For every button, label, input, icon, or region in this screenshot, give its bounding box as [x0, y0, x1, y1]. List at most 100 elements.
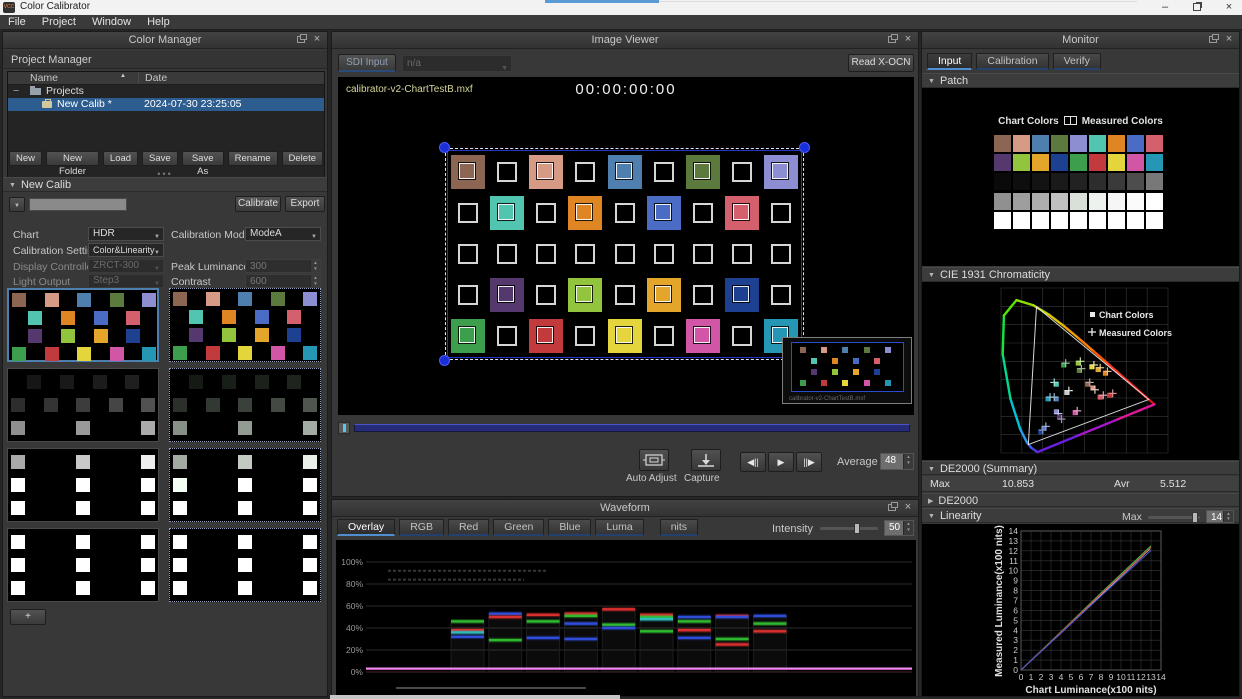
float-panel-icon[interactable] — [888, 36, 896, 43]
linearity-max-spinner[interactable]: 14▲▼ — [1206, 510, 1234, 523]
video-viewport[interactable]: calibrator-v2-ChartTestB.mxf 00:00:00:00… — [338, 77, 914, 415]
intensity-slider[interactable] — [820, 527, 878, 530]
float-panel-icon[interactable] — [888, 504, 896, 511]
export-button[interactable]: Export — [285, 196, 325, 212]
minimize-button[interactable]: – — [1152, 0, 1178, 15]
tree-col-date[interactable]: Date — [138, 72, 167, 84]
new-button[interactable]: New — [9, 151, 42, 166]
step-back-button[interactable]: ◀|| — [740, 452, 766, 472]
calibrate-button[interactable]: Calibrate — [235, 196, 281, 212]
chart-patch — [238, 421, 252, 435]
monitor-tab-calibration[interactable]: Calibration — [976, 53, 1048, 70]
waveform-tab-luma[interactable]: Luma — [595, 519, 643, 536]
waveform-tab-green[interactable]: Green — [493, 519, 544, 536]
close-panel-icon[interactable]: × — [903, 33, 913, 45]
menu-window[interactable]: Window — [84, 15, 139, 30]
chart-thumbnail-color[interactable] — [7, 288, 159, 362]
de2000-summary-header[interactable]: ▼DE2000 (Summary) — [922, 461, 1239, 475]
color-manager-titlebar[interactable]: Color Manager × — [3, 32, 327, 49]
linearity-section-header[interactable]: ▼Linearity Max 14▲▼ — [922, 508, 1239, 523]
add-chart-button[interactable]: + — [10, 609, 46, 625]
rename-button[interactable]: Rename — [228, 151, 278, 166]
step-forward-button[interactable]: ||▶ — [796, 452, 822, 472]
chart-thumbnail-white[interactable] — [7, 528, 159, 602]
calibration-mode-select[interactable]: ModeA▼ — [245, 227, 321, 241]
seek-track[interactable] — [354, 424, 910, 432]
close-panel-icon[interactable]: × — [903, 501, 913, 513]
save-as-button[interactable]: Save As — [182, 151, 224, 166]
waveform-tab-blue[interactable]: Blue — [548, 519, 591, 536]
waveform-tab-rgb[interactable]: RGB — [399, 519, 444, 536]
light-output-select[interactable]: Step3▼ — [88, 274, 164, 288]
chart-thumbnail-white_m-measured[interactable] — [169, 528, 321, 602]
chart-patch — [173, 478, 187, 492]
monitor-tab-input[interactable]: Input — [927, 53, 972, 70]
chart-cell-outline — [771, 203, 791, 223]
expander-icon[interactable]: − — [13, 85, 19, 98]
monitor-tab-verify[interactable]: Verify — [1053, 53, 1101, 70]
linearity-max-slider-knob[interactable] — [1192, 512, 1198, 523]
tree-header[interactable]: Name ▲ Date — [8, 72, 324, 85]
calibration-setting-select[interactable]: Color&Linearity▼ — [88, 243, 164, 257]
selection-handle-bottom-left[interactable] — [439, 355, 450, 366]
chart-thumbnail-light_m-measured[interactable] — [169, 448, 321, 522]
close-panel-icon[interactable]: × — [1224, 33, 1234, 45]
seek-handle[interactable] — [338, 422, 350, 434]
peak-luminance-spinner[interactable]: 300▲▼ — [245, 259, 321, 273]
tree-col-name[interactable]: Name — [30, 72, 58, 84]
svg-text:14: 14 — [1009, 526, 1019, 536]
patch-section-header[interactable]: ▼Patch — [922, 73, 1239, 88]
chart-patch — [271, 398, 285, 412]
average-spinner[interactable]: 48▲▼ — [880, 453, 914, 470]
intensity-spinner[interactable]: 50▲▼ — [884, 520, 914, 536]
sdi-input-button[interactable]: SDI Input — [338, 54, 396, 72]
capture-button[interactable] — [691, 449, 721, 471]
waveform-tab-nits[interactable]: nits — [660, 519, 698, 536]
chart-cell-inner-outline — [459, 327, 475, 343]
pip-patch — [800, 380, 806, 386]
selection-handle-top-left[interactable] — [439, 142, 450, 153]
close-panel-icon[interactable]: × — [312, 33, 322, 45]
cie-section-header[interactable]: ▼CIE 1931 Chromaticity — [922, 267, 1239, 282]
delete-button[interactable]: Delete — [282, 151, 323, 166]
menu-project[interactable]: Project — [34, 15, 84, 30]
read-xocn-button[interactable]: Read X-OCN — [848, 54, 914, 72]
svg-text:80%: 80% — [346, 579, 363, 589]
chart-select[interactable]: HDR▼ — [88, 227, 164, 241]
calib-name-input[interactable] — [29, 198, 127, 211]
chart-thumbnail-light[interactable] — [7, 448, 159, 522]
linearity-max-slider[interactable] — [1148, 516, 1200, 519]
float-panel-icon[interactable] — [1209, 36, 1217, 43]
load-button[interactable]: Load — [103, 151, 138, 166]
display-controller-select[interactable]: ZRCT-300▼ — [88, 259, 164, 273]
chart-thumbnail-dark_m-measured[interactable] — [169, 368, 321, 442]
menu-help[interactable]: Help — [139, 15, 178, 30]
close-button[interactable]: × — [1216, 0, 1242, 15]
play-button[interactable]: ▶ — [768, 452, 794, 472]
waveform-tab-overlay[interactable]: Overlay — [337, 519, 395, 536]
tree-row-new-calib[interactable]: New Calib * 2024-07-30 23:25:05 — [8, 98, 324, 111]
monitor-titlebar[interactable]: Monitor × — [922, 32, 1239, 49]
menu-file[interactable]: File — [0, 15, 34, 30]
image-viewer-titlebar[interactable]: Image Viewer × — [332, 32, 918, 49]
contrast-spinner[interactable]: 600▲▼ — [245, 274, 321, 288]
new-folder-button[interactable]: New Folder — [46, 151, 99, 166]
waveform-titlebar[interactable]: Waveform × — [332, 500, 918, 517]
auto-adjust-button[interactable] — [639, 449, 669, 471]
de2000-section-header[interactable]: ▶DE2000 — [922, 493, 1239, 507]
tree-row-projects[interactable]: − Projects — [8, 85, 324, 98]
chart-overview-popup: calibrator-v2-ChartTestB.mxf — [782, 337, 912, 404]
patch-swatch — [1013, 212, 1030, 229]
maximize-button[interactable] — [1184, 0, 1210, 15]
chart-thumbnail-dark[interactable] — [7, 368, 159, 442]
sdi-source-select[interactable]: n/a▼ — [402, 55, 512, 72]
float-panel-icon[interactable] — [297, 36, 305, 43]
intensity-slider-knob[interactable] — [854, 523, 860, 534]
new-calib-section-header[interactable]: ▼New Calib — [3, 177, 327, 192]
chart-thumbnail-color-measured[interactable] — [169, 288, 321, 362]
name-dropdown-button[interactable]: ▼ — [9, 197, 25, 212]
waveform-tab-red[interactable]: Red — [448, 519, 489, 536]
selection-handle-top-right[interactable] — [799, 142, 810, 153]
save-button[interactable]: Save — [142, 151, 178, 166]
svg-text:6: 6 — [1013, 605, 1018, 615]
